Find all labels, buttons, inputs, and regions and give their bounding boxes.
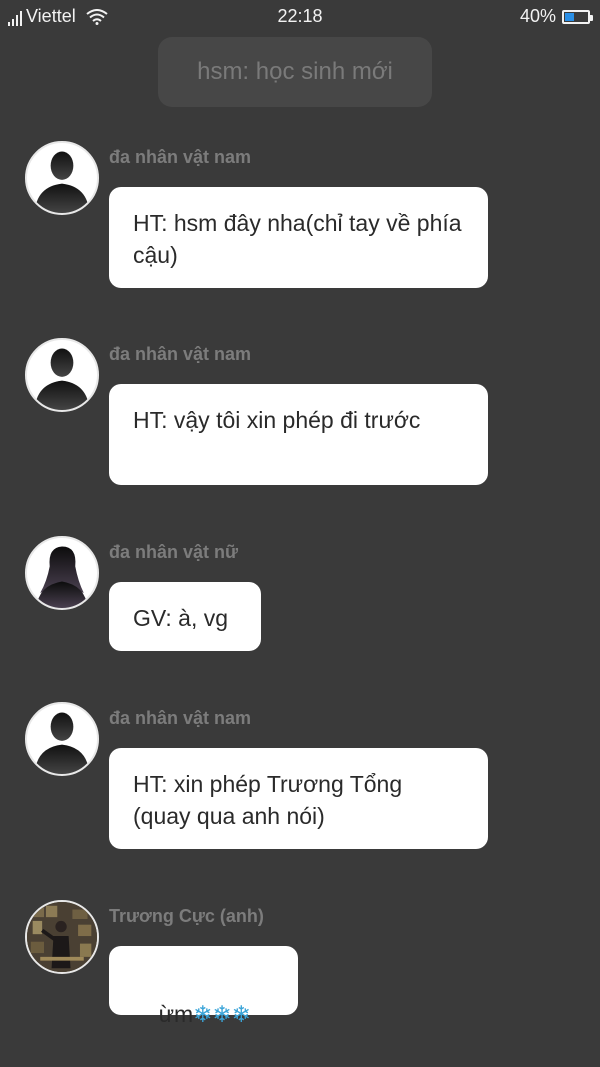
chat-note: hsm: học sinh mới xyxy=(158,37,432,107)
message-bubble[interactable]: ừm❄❄❄ xyxy=(109,946,298,1027)
status-bar: Viettel 22:18 40% xyxy=(0,0,600,34)
snowflake-emoji: ❄❄❄ xyxy=(193,1001,251,1027)
message-text: ừm xyxy=(158,1001,194,1027)
message-row: đa nhân vật nữ GV: à, vg xyxy=(0,536,600,656)
male-avatar-icon[interactable] xyxy=(25,338,99,412)
photo-avatar-icon[interactable] xyxy=(25,900,99,974)
message-bubble[interactable]: GV: à, vg xyxy=(109,582,261,651)
status-time: 22:18 xyxy=(277,6,323,26)
message-row: đa nhân vật nam HT: vậy tôi xin phép đi … xyxy=(0,338,600,488)
sender-name: Trương Cực (anh) xyxy=(109,906,264,926)
sender-name: đa nhân vật nam xyxy=(109,147,252,167)
message-row: Trương Cực (anh) ừm❄❄❄ xyxy=(0,900,600,1027)
status-right: 40% xyxy=(519,6,593,27)
message-bubble[interactable]: HT: vậy tôi xin phép đi trước xyxy=(109,384,488,485)
female-avatar-icon[interactable] xyxy=(25,536,99,610)
sender-name: đa nhân vật nữ xyxy=(109,542,239,562)
message-row: đa nhân vật nam HT: hsm đây nha(chỉ tay … xyxy=(0,141,600,291)
sender-name: đa nhân vật nam xyxy=(109,344,252,364)
battery-icon xyxy=(562,10,593,24)
message-bubble[interactable]: HT: xin phép Trương Tổng (quay qua anh n… xyxy=(109,748,488,849)
male-avatar-icon[interactable] xyxy=(25,702,99,776)
battery-percent: 40% xyxy=(519,6,556,26)
sender-name: đa nhân vật nam xyxy=(109,708,252,728)
message-row: đa nhân vật nam HT: xin phép Trương Tổng… xyxy=(0,702,600,852)
male-avatar-icon[interactable] xyxy=(25,141,99,215)
message-bubble[interactable]: HT: hsm đây nha(chỉ tay về phía cậu) xyxy=(109,187,488,288)
